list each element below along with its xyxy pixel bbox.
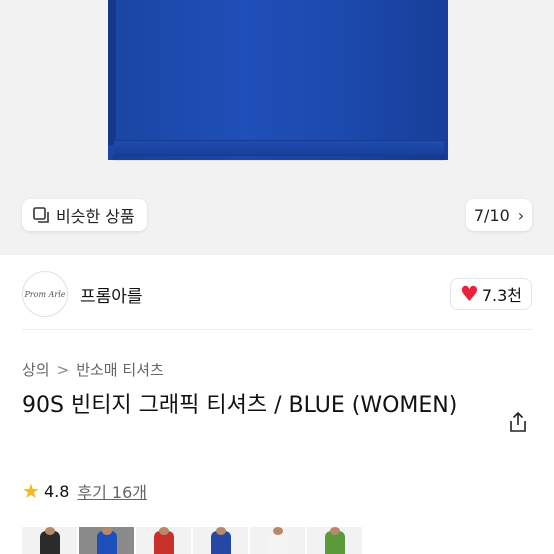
divider (22, 329, 532, 330)
image-pager[interactable]: 7/10 › (466, 199, 532, 231)
rating-row: ★ 4.8 후기 16개 (22, 479, 147, 503)
shop-logo-text: Prom Arle (24, 289, 66, 299)
shop-name[interactable]: 프롬아를 (80, 282, 143, 307)
review-thumbnail[interactable] (250, 527, 305, 554)
chevron-right-icon: › (517, 205, 525, 225)
review-thumbnail[interactable] (307, 527, 362, 554)
like-count: 7.3천 (481, 286, 522, 305)
similar-products-label: 비슷한 상품 (56, 207, 135, 226)
breadcrumb-separator-icon: > (56, 360, 70, 379)
thumbnail-head (45, 527, 55, 535)
shirt-hem (114, 140, 444, 156)
shirt-shading (108, 0, 116, 145)
shirt-shadow (112, 155, 446, 161)
reviews-link[interactable]: 후기 16개 (77, 479, 147, 503)
review-thumbnail[interactable] (136, 527, 191, 554)
review-thumbnails (22, 527, 362, 554)
like-button[interactable]: ♥ 7.3천 (450, 278, 532, 310)
thumbnail-head (102, 527, 112, 535)
thumbnail-head (330, 527, 340, 535)
image-pager-count: 7/10 (473, 205, 510, 225)
breadcrumb-category[interactable]: 상의 (22, 359, 50, 380)
review-thumbnail[interactable] (22, 527, 77, 554)
product-title: 90S 빈티지 그래픽 티셔츠 / BLUE (WOMEN) (22, 393, 458, 418)
share-icon[interactable] (508, 411, 528, 433)
thumbnail-head (273, 527, 283, 535)
breadcrumb: 상의 > 반소매 티셔츠 (22, 359, 164, 380)
similar-items-icon (33, 206, 50, 224)
breadcrumb-subcategory[interactable]: 반소매 티셔츠 (76, 359, 164, 380)
star-icon: ★ (22, 479, 40, 503)
product-image-shirt (108, 0, 448, 160)
shop-logo: Prom Arle (22, 271, 68, 317)
similar-products-button[interactable]: 비슷한 상품 (22, 199, 147, 231)
review-thumbnail[interactable] (79, 527, 134, 554)
rating-score: 4.8 (43, 481, 70, 501)
thumbnail-head (159, 527, 169, 535)
review-thumbnail[interactable] (193, 527, 248, 554)
shop-info[interactable]: Prom Arle 프롬아를 (22, 271, 143, 317)
thumbnail-head (216, 527, 226, 535)
heart-icon: ♥ (460, 281, 479, 306)
product-image-gallery[interactable]: 비슷한 상품 7/10 › (0, 0, 554, 255)
